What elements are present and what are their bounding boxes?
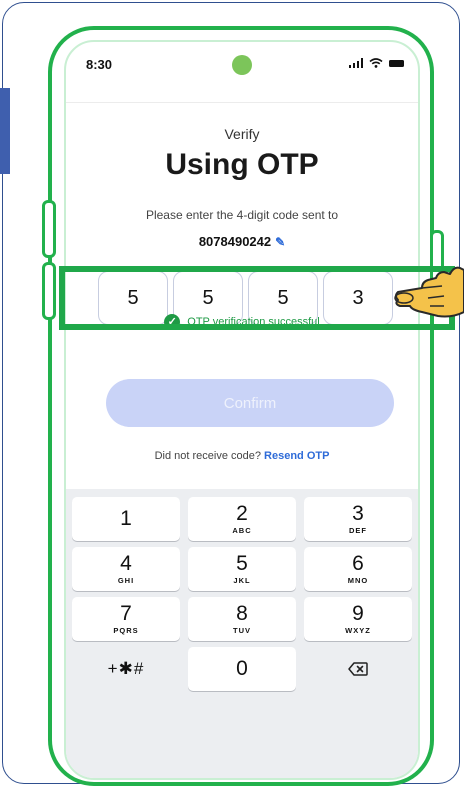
check-circle-icon: ✓ xyxy=(164,314,181,330)
instruction-text: Please enter the 4-digit code sent to xyxy=(145,208,339,222)
key-4[interactable]: 4 GHI xyxy=(72,547,180,591)
verification-status: ✓ OTP verification successful xyxy=(66,314,418,330)
confirm-button[interactable]: Confirm xyxy=(106,379,394,427)
verify-subtitle: Verify xyxy=(224,126,260,142)
edit-pencil-icon[interactable]: ✎ xyxy=(275,235,285,249)
key-7-number: 7 xyxy=(120,602,132,625)
backspace-icon xyxy=(348,662,368,676)
phone-side-button-left-upper xyxy=(42,200,56,258)
key-3-number: 3 xyxy=(352,502,364,525)
status-icons xyxy=(348,58,404,68)
key-9-number: 9 xyxy=(352,602,364,625)
key-4-letters: GHI xyxy=(117,576,135,585)
wifi-icon xyxy=(369,58,383,68)
camera-dot xyxy=(232,55,252,75)
key-backspace[interactable] xyxy=(304,647,412,691)
key-7[interactable]: 7 PQRS xyxy=(72,597,180,641)
status-divider xyxy=(66,102,418,103)
key-3[interactable]: 3 DEF xyxy=(304,497,412,541)
phone-side-button-left-lower xyxy=(42,262,56,320)
key-2-letters: ABC xyxy=(232,526,252,535)
key-5-number: 5 xyxy=(236,552,248,575)
key-5[interactable]: 5 JKL xyxy=(188,547,296,591)
key-3-letters: DEF xyxy=(349,526,367,535)
status-time: 8:30 xyxy=(86,57,113,72)
key-2[interactable]: 2 ABC xyxy=(188,497,296,541)
key-8-letters: TUV xyxy=(233,626,251,635)
phone-number: 8078490242 xyxy=(198,234,272,249)
key-1[interactable]: 1 xyxy=(72,497,180,541)
key-5-letters: JKL xyxy=(233,576,251,585)
key-2-number: 2 xyxy=(236,502,248,525)
key-1-number: 1 xyxy=(120,506,132,530)
page-title: Using OTP xyxy=(165,148,319,181)
resend-prompt: Did not receive code? xyxy=(154,450,261,462)
key-6[interactable]: 6 MNO xyxy=(304,547,412,591)
signal-icon xyxy=(348,58,363,68)
pointing-hand-icon xyxy=(394,266,464,318)
key-6-number: 6 xyxy=(352,552,364,575)
resend-row: Did not receive code? Resend OTP xyxy=(66,450,418,462)
side-accent-tab xyxy=(0,88,10,174)
key-8-number: 8 xyxy=(236,602,248,625)
key-7-letters: PQRS xyxy=(113,626,139,635)
key-symbols-label: +✱# xyxy=(107,659,145,678)
key-symbols[interactable]: +✱# xyxy=(72,647,180,691)
key-6-letters: MNO xyxy=(347,576,369,585)
phone-number-row: 8078490242 ✎ xyxy=(66,234,418,249)
resend-otp-link[interactable]: Resend OTP xyxy=(264,450,329,462)
battery-icon xyxy=(389,59,404,67)
key-0-number: 0 xyxy=(236,657,248,680)
verification-message: OTP verification successful xyxy=(187,316,320,328)
phone-screen: 8:30 Verify Using OTP Please enter the 4… xyxy=(64,40,420,780)
key-9-letters: WXYZ xyxy=(345,626,371,635)
key-8[interactable]: 8 TUV xyxy=(188,597,296,641)
key-4-number: 4 xyxy=(120,552,132,575)
key-0[interactable]: 0 xyxy=(188,647,296,691)
key-9[interactable]: 9 WXYZ xyxy=(304,597,412,641)
numeric-keypad: 1 2 ABC 3 DEF 4 GHI 5 JKL 6 MNO 7 PQRS 8 TUV 9W… xyxy=(66,489,418,778)
